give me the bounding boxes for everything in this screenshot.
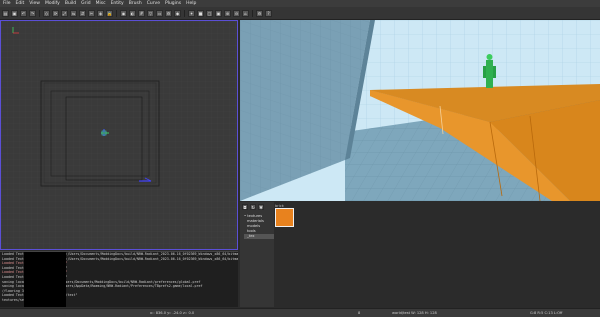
undo-icon[interactable]: ↶ bbox=[20, 9, 27, 17]
tree-item[interactable]: _tex bbox=[244, 234, 274, 239]
menu-grid[interactable]: Grid bbox=[81, 0, 90, 7]
redacted-block bbox=[24, 252, 66, 307]
menu-modify[interactable]: Modify bbox=[45, 0, 60, 7]
merge-icon[interactable]: ⊕ bbox=[224, 9, 231, 17]
texture-tree-panel: ◘ ↻ ▼ • textures materials models tools _tex bbox=[240, 202, 275, 307]
camera-scene bbox=[240, 20, 600, 201]
toolbar-separator bbox=[39, 9, 40, 17]
flush-icon[interactable]: ◘ bbox=[242, 204, 248, 210]
preferences-icon[interactable]: ⚙ bbox=[256, 9, 263, 17]
patch-icon[interactable]: ◐ bbox=[129, 9, 136, 17]
filter-icon[interactable]: ▽ bbox=[147, 9, 154, 17]
camera-3d-view[interactable] bbox=[240, 20, 600, 201]
toolbar: ▤ ▣ ↶ ↷ ◇ ⟳ ⤢ ⇋ ⇵ ✂ ◈ 🔒 ◉ ◐ # ▽ ▭ ⚙ ◆ ✦ ■ ▢ ▣ ⊕ ⊖ ⌂ ⚙? bbox=[0, 7, 600, 20]
flip-x-icon[interactable]: ⇋ bbox=[70, 9, 77, 17]
toolbar-separator bbox=[252, 9, 253, 17]
status-texture: world/test W: 128 H: 128 bbox=[392, 311, 437, 315]
menu-brush[interactable]: Brush bbox=[129, 0, 142, 7]
menu-misc[interactable]: Misc bbox=[96, 0, 106, 7]
texture-lock-icon[interactable]: 🔒 bbox=[106, 9, 113, 17]
status-coords: x:: 836.0 y:: -24.0 z:: 0.0 bbox=[150, 311, 195, 315]
status-grid: 8 bbox=[358, 311, 361, 315]
status-version: G:8 R:5 C:13 L:Off bbox=[530, 311, 563, 315]
csg-icon[interactable]: ◈ bbox=[97, 9, 104, 17]
rotate-icon[interactable]: ⟳ bbox=[52, 9, 59, 17]
ortho-grid bbox=[1, 21, 237, 249]
subtract-icon[interactable]: ⊖ bbox=[233, 9, 240, 17]
menu-edit[interactable]: Edit bbox=[16, 0, 25, 7]
brush-icon[interactable]: ■ bbox=[197, 9, 204, 17]
menu-file[interactable]: File bbox=[3, 0, 11, 7]
scale-icon[interactable]: ⤢ bbox=[61, 9, 68, 17]
ortho-2d-view[interactable] bbox=[0, 20, 238, 250]
open-icon[interactable]: ▤ bbox=[2, 9, 9, 17]
cube-icon[interactable]: ▢ bbox=[206, 9, 213, 17]
texture-grid: brick bbox=[274, 202, 600, 307]
toolbar-separator bbox=[116, 9, 117, 17]
console-log: Loaded Texture: "textures/..." C:/Users/… bbox=[0, 251, 238, 307]
menu-build[interactable]: Build bbox=[65, 0, 76, 7]
clipper-icon[interactable]: ✂ bbox=[88, 9, 95, 17]
save-icon[interactable]: ▣ bbox=[11, 9, 18, 17]
flip-y-icon[interactable]: ⇵ bbox=[79, 9, 86, 17]
menubar: File Edit View Modify Build Grid Misc Entity Bru… bbox=[0, 0, 600, 7]
redo-icon[interactable]: ↷ bbox=[29, 9, 36, 17]
menu-help[interactable]: Help bbox=[186, 0, 196, 7]
status-bar: x:: 836.0 y:: -24.0 z:: 0.0 8 world/test… bbox=[0, 308, 600, 317]
help-icon[interactable]: ? bbox=[265, 9, 272, 17]
make-room-icon[interactable]: ⌂ bbox=[242, 9, 249, 17]
plugin-icon[interactable]: ⚙ bbox=[165, 9, 172, 17]
entity-icon[interactable]: ◆ bbox=[174, 9, 181, 17]
region-icon[interactable]: ▭ bbox=[156, 9, 163, 17]
texture-thumbnail[interactable] bbox=[275, 208, 294, 227]
menu-plugins[interactable]: Plugins bbox=[165, 0, 181, 7]
texture-browser: ◘ ↻ ▼ • textures materials models tools _tex… bbox=[240, 202, 600, 307]
menu-entity[interactable]: Entity bbox=[111, 0, 124, 7]
toolbar-separator bbox=[184, 9, 185, 17]
select-icon[interactable]: ◇ bbox=[43, 9, 50, 17]
menu-curve[interactable]: Curve bbox=[147, 0, 160, 7]
browser-toolbar: ◘ ↻ ▼ bbox=[240, 202, 274, 212]
light-icon[interactable]: ✦ bbox=[188, 9, 195, 17]
reload-icon[interactable]: ↻ bbox=[250, 204, 256, 210]
menu-view[interactable]: View bbox=[29, 0, 40, 7]
hollow-icon[interactable]: ▣ bbox=[215, 9, 222, 17]
camera-icon[interactable]: ◉ bbox=[120, 9, 127, 17]
grid-icon[interactable]: # bbox=[138, 9, 145, 17]
filter-icon[interactable]: ▼ bbox=[258, 204, 264, 210]
